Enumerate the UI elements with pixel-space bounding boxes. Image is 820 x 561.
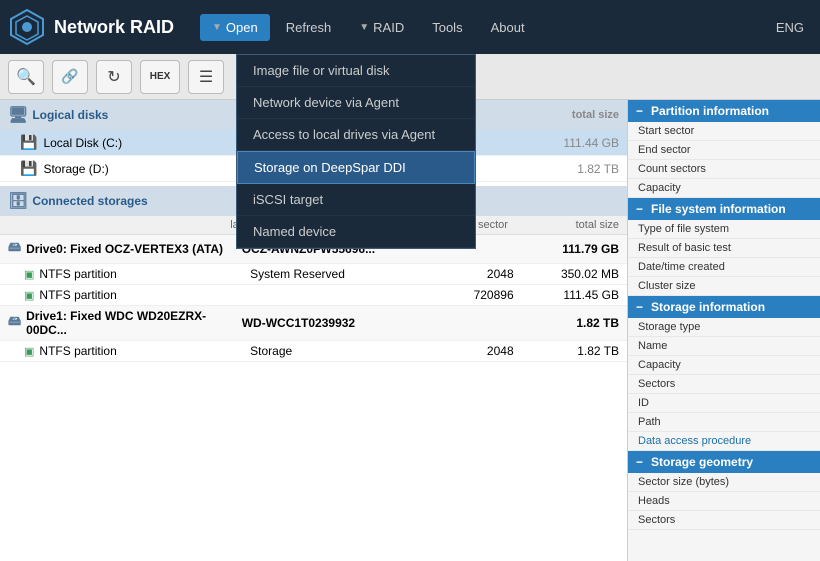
nav-open[interactable]: ▼ Open <box>200 14 270 41</box>
logo-icon <box>8 8 46 46</box>
toolbar-agent-btn[interactable]: 🔗 <box>52 60 88 94</box>
dropdown-iscsi[interactable]: iSCSI target <box>237 184 475 216</box>
drive1-name: Drive1: Fixed WDC WD20EZRX-00DC... <box>26 309 242 337</box>
storage-row-ntfs3[interactable]: ▣ NTFS partition Storage 2048 1.82 TB <box>0 341 627 362</box>
dropdown-named-device[interactable]: Named device <box>237 216 475 248</box>
right-panel: − Partition information Start sector End… <box>628 100 820 561</box>
refresh-icon: ↻ <box>107 67 120 87</box>
ntfs3-sector: 2048 <box>408 344 513 358</box>
info-name[interactable]: Name <box>628 337 820 356</box>
ntfs3-label: Storage <box>250 344 408 358</box>
partition-info-header: − Partition information <box>628 100 820 122</box>
info-data-access[interactable]: Data access procedure <box>628 432 820 451</box>
ntfs1-size: 350.02 MB <box>514 267 619 281</box>
storage-collapse-icon[interactable]: − <box>636 300 643 314</box>
disk-size-local-c: 111.44 GB <box>563 136 619 150</box>
storage-geometry-header: − Storage geometry <box>628 451 820 473</box>
drive1-label: WD-WCC1T0239932 <box>242 316 404 330</box>
storage-row-ntfs2[interactable]: ▣ NTFS partition 720896 111.45 GB <box>0 285 627 306</box>
nav-about[interactable]: About <box>479 14 537 41</box>
drive0-name: Drive0: Fixed OCZ-VERTEX3 (ATA) <box>26 242 242 256</box>
nav-refresh[interactable]: Refresh <box>274 14 344 41</box>
navbar: Network RAID ▼ Open Refresh ▼ RAID Tools… <box>0 0 820 54</box>
disk-icon-storage-d: 💾 <box>20 160 37 177</box>
logical-disks-icon: 🖥 <box>8 105 28 125</box>
filesystem-info-header: − File system information <box>628 198 820 220</box>
info-basic-test[interactable]: Result of basic test <box>628 239 820 258</box>
app-logo: Network RAID <box>8 8 188 46</box>
info-start-sector[interactable]: Start sector <box>628 122 820 141</box>
info-sector-size[interactable]: Sector size (bytes) <box>628 473 820 492</box>
ntfs2-name: NTFS partition <box>39 288 250 302</box>
nav-raid-arrow: ▼ <box>359 22 369 33</box>
storage-info-header: − Storage information <box>628 296 820 318</box>
hex-label: HEX <box>150 71 171 82</box>
ntfs2-icon: ▣ <box>24 289 34 302</box>
dropdown-network-device[interactable]: Network device via Agent <box>237 87 475 119</box>
partition-collapse-icon[interactable]: − <box>636 104 643 118</box>
info-storage-type[interactable]: Storage type <box>628 318 820 337</box>
total-size-col-label: total size <box>572 109 619 121</box>
toolbar-refresh-btn[interactable]: ↻ <box>96 60 132 94</box>
agent-icon: 🔗 <box>61 68 78 85</box>
ntfs2-sector: 720896 <box>408 288 513 302</box>
app-title: Network RAID <box>54 17 174 38</box>
info-path[interactable]: Path <box>628 413 820 432</box>
drive1-size: 1.82 TB <box>511 316 619 330</box>
info-cluster-size[interactable]: Cluster size <box>628 277 820 296</box>
info-capacity[interactable]: Capacity <box>628 179 820 198</box>
info-type-fs[interactable]: Type of file system <box>628 220 820 239</box>
drive0-size: 111.79 GB <box>511 242 619 256</box>
storage-row-ntfs1[interactable]: ▣ NTFS partition System Reserved 2048 35… <box>0 264 627 285</box>
ntfs3-name: NTFS partition <box>39 344 250 358</box>
filesystem-collapse-icon[interactable]: − <box>636 202 643 216</box>
col-header-name <box>8 219 230 231</box>
list-icon: ☰ <box>199 67 213 87</box>
toolbar-list-btn[interactable]: ☰ <box>188 60 224 94</box>
disk-icon-local-c: 💾 <box>20 134 37 151</box>
geometry-collapse-icon[interactable]: − <box>636 455 643 469</box>
info-sectors[interactable]: Sectors <box>628 375 820 394</box>
nav-language[interactable]: ENG <box>768 14 812 41</box>
info-end-sector[interactable]: End sector <box>628 141 820 160</box>
info-id[interactable]: ID <box>628 394 820 413</box>
disk-size-storage-d: 1.82 TB <box>577 162 619 176</box>
ntfs1-sector: 2048 <box>408 267 513 281</box>
ntfs3-size: 1.82 TB <box>514 344 619 358</box>
nav-raid[interactable]: ▼ RAID <box>347 14 416 41</box>
storage-row-drive1[interactable]: 🖴 Drive1: Fixed WDC WD20EZRX-00DC... WD-… <box>0 306 627 341</box>
info-sectors2[interactable]: Sectors <box>628 511 820 530</box>
dropdown-access-local[interactable]: Access to local drives via Agent <box>237 119 475 151</box>
col-header-size: total size <box>508 219 619 231</box>
ntfs1-icon: ▣ <box>24 268 34 281</box>
dropdown-storage-deepspar[interactable]: Storage on DeepSpar DDI <box>237 151 475 184</box>
info-datetime[interactable]: Date/time created <box>628 258 820 277</box>
info-count-sectors[interactable]: Count sectors <box>628 160 820 179</box>
ntfs3-icon: ▣ <box>24 345 34 358</box>
dropdown-image-file[interactable]: Image file or virtual disk <box>237 55 475 87</box>
ntfs1-name: NTFS partition <box>39 267 250 281</box>
nav-open-arrow: ▼ <box>212 22 222 33</box>
ntfs1-label: System Reserved <box>250 267 408 281</box>
open-dropdown-menu: Image file or virtual disk Network devic… <box>236 54 476 249</box>
drive0-icon: 🖴 <box>8 238 21 260</box>
info-heads[interactable]: Heads <box>628 492 820 511</box>
toolbar-hex-btn[interactable]: HEX <box>140 60 180 94</box>
drive1-icon: 🖴 <box>8 312 21 334</box>
nav-tools[interactable]: Tools <box>420 14 474 41</box>
toolbar-search-btn[interactable]: 🔍 <box>8 60 44 94</box>
info-capacity2[interactable]: Capacity <box>628 356 820 375</box>
storages-icon: 🗄 <box>8 191 28 211</box>
ntfs2-size: 111.45 GB <box>514 288 619 302</box>
search-icon: 🔍 <box>16 67 36 87</box>
